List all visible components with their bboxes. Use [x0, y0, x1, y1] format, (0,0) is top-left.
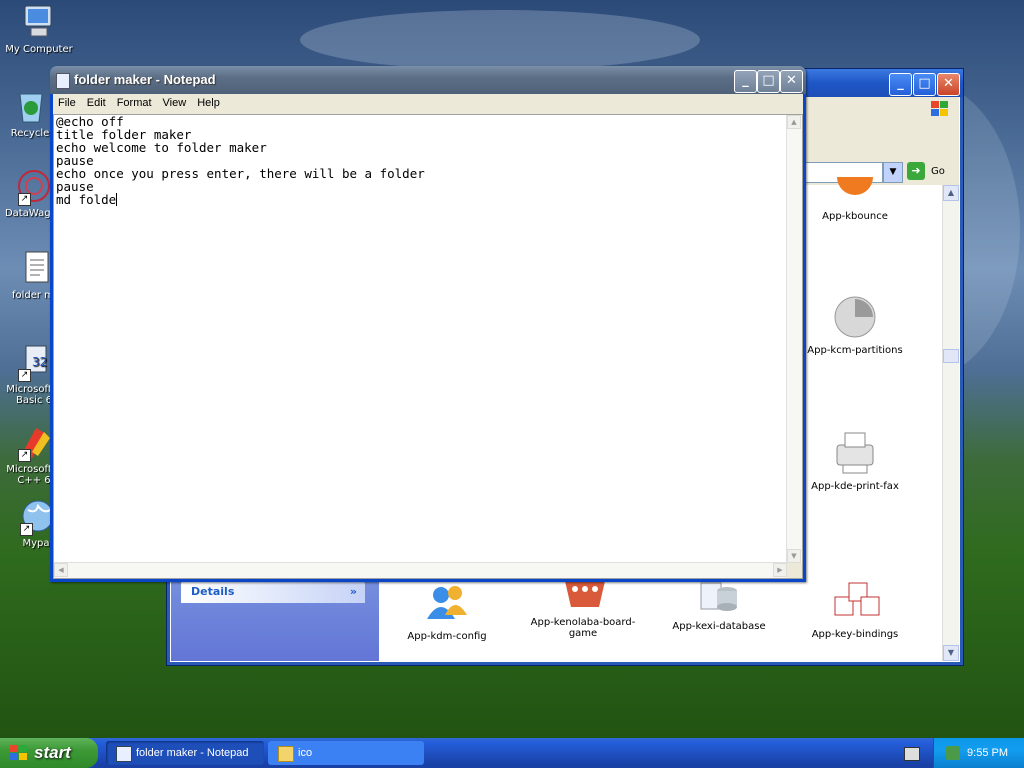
taskbar-item-notepad[interactable]: folder maker - Notepad: [106, 741, 264, 765]
app-label: App-kde-print-fax: [811, 481, 899, 492]
notepad-window[interactable]: folder maker - Notepad _ □ ✕ File Edit For…: [50, 66, 806, 582]
scroll-right-button[interactable]: ▶: [773, 563, 787, 577]
maximize-button[interactable]: □: [757, 70, 780, 93]
menu-edit[interactable]: Edit: [82, 94, 112, 109]
shortcut-arrow-icon: ↗: [18, 193, 31, 206]
details-panel-header[interactable]: Details »: [181, 581, 365, 603]
menu-help[interactable]: Help: [192, 94, 226, 109]
keyboard-icon: [833, 579, 880, 623]
scroll-up-button[interactable]: ▲: [943, 185, 959, 201]
visual-cpp-icon: ↗: [16, 424, 52, 462]
app-label: App-key-bindings: [811, 629, 899, 640]
taskbar: start folder maker - Notepad ico 9:55 PM: [0, 738, 1024, 768]
partitions-icon: [833, 295, 877, 339]
users-icon: [425, 581, 469, 625]
datawagon-icon: ↗: [16, 168, 52, 206]
globe-icon: ↗: [18, 498, 54, 536]
app-label: App-kdm-config: [407, 631, 487, 642]
svg-text:32: 32: [32, 355, 47, 369]
start-label: start: [34, 743, 71, 762]
minimize-button[interactable]: _: [734, 70, 757, 93]
app-item[interactable]: App-kcm-partitions: [795, 295, 915, 356]
chevron-down-icon: »: [349, 585, 357, 598]
scroll-up-button[interactable]: ▲: [787, 115, 801, 129]
app-item[interactable]: App-key-bindings: [795, 565, 915, 640]
menu-format[interactable]: Format: [112, 94, 158, 109]
text-caret: [116, 193, 118, 206]
scroll-down-button[interactable]: ▼: [943, 645, 959, 661]
clock[interactable]: 9:55 PM: [967, 738, 1008, 768]
shortcut-arrow-icon: ↗: [18, 449, 31, 462]
size-grip[interactable]: [787, 563, 802, 578]
windows-flag-icon: [10, 745, 27, 760]
start-button[interactable]: start: [0, 738, 98, 768]
scroll-left-button[interactable]: ◀: [54, 563, 68, 577]
taskbar-item-label: folder maker - Notepad: [136, 747, 249, 759]
editor-content: @echo off title folder maker echo welcom…: [56, 114, 425, 207]
notepad-icon: [116, 746, 132, 762]
maximize-button[interactable]: □: [913, 73, 936, 96]
notepad-menubar: File Edit Format View Help: [53, 94, 803, 114]
shortcut-arrow-icon: ↗: [20, 523, 33, 536]
horizontal-scrollbar[interactable]: ◀ ▶: [54, 562, 787, 578]
app-item[interactable]: App-kenolaba-board-game: [523, 581, 643, 639]
app-item[interactable]: App-kdm-config: [387, 581, 507, 642]
minimize-button[interactable]: _: [889, 73, 912, 96]
close-button[interactable]: ✕: [937, 73, 960, 96]
menu-file[interactable]: File: [53, 94, 82, 109]
database-icon: [697, 581, 741, 625]
shortcut-arrow-icon: ↗: [18, 369, 31, 382]
recycle-bin-icon: [12, 88, 48, 124]
app-item[interactable]: App-kexi-database: [659, 581, 779, 632]
taskbar-item-ico[interactable]: ico: [268, 741, 424, 765]
scroll-thumb[interactable]: [943, 349, 959, 363]
desktop-icon-my-computer[interactable]: My Computer: [1, 4, 77, 55]
vertical-scrollbar[interactable]: ▲ ▼: [786, 115, 802, 563]
details-label: Details: [191, 585, 235, 598]
window-title: folder maker - Notepad: [74, 72, 216, 87]
text-file-icon: [18, 250, 54, 286]
board-game-icon: [561, 581, 605, 625]
system-tray: 9:55 PM: [933, 738, 1024, 768]
explorer-scrollbar[interactable]: ▲ ▼: [942, 185, 959, 661]
menu-view[interactable]: View: [158, 94, 193, 109]
printer-fax-icon: [833, 431, 877, 475]
keyboard-tray-icon[interactable]: [904, 747, 920, 761]
app-item[interactable]: App-kbounce: [795, 177, 915, 222]
app-label: App-kcm-partitions: [807, 345, 903, 356]
computer-icon: [21, 4, 57, 40]
kbounce-icon: [833, 177, 877, 221]
close-button[interactable]: ✕: [780, 70, 803, 93]
taskbar-item-label: ico: [298, 747, 313, 759]
text-editor[interactable]: @echo off title folder maker echo welcom…: [53, 114, 803, 579]
desktop-icon-label: My Computer: [5, 44, 73, 55]
scroll-down-button[interactable]: ▼: [787, 549, 801, 563]
go-button-label[interactable]: Go: [931, 166, 945, 177]
notepad-icon: [56, 73, 70, 89]
app-item[interactable]: App-kde-print-fax: [795, 431, 915, 492]
windows-logo-icon: [931, 101, 948, 116]
editor-text[interactable]: @echo off title folder maker echo welcom…: [56, 115, 425, 206]
folder-icon: [278, 746, 294, 762]
wallpaper-cloud: [300, 10, 700, 70]
notepad-titlebar[interactable]: folder maker - Notepad _ □ ✕: [50, 66, 806, 94]
network-icon[interactable]: [946, 746, 960, 760]
visual-basic-icon: 32 ↗: [16, 344, 52, 382]
